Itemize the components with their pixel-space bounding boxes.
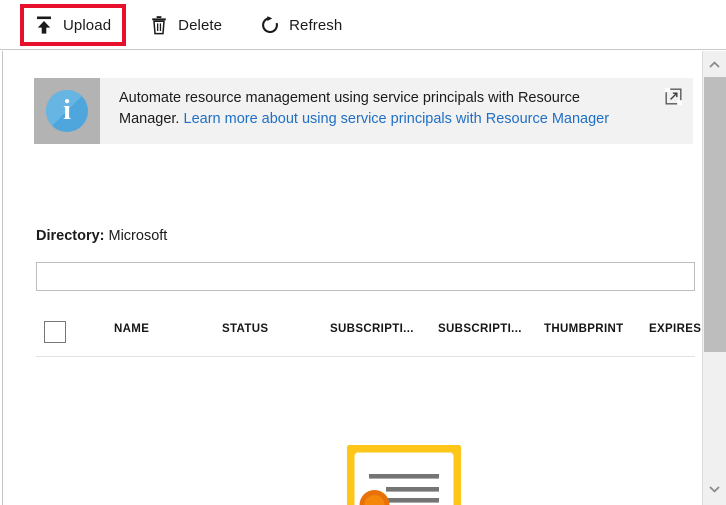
info-icon: i [46,90,88,132]
chevron-down-icon [709,485,720,493]
info-banner-open-link-button[interactable] [653,78,693,144]
filter-input[interactable] [36,262,695,291]
delete-button-label: Delete [178,17,222,34]
certificate-line-2 [386,487,439,492]
trash-icon [149,15,169,35]
column-header-status[interactable]: STATUS [222,323,268,335]
refresh-button-label: Refresh [289,17,342,34]
column-header-thumbprint[interactable]: THUMBPRINT [544,323,624,335]
chevron-up-icon [709,61,720,69]
scrollbar-thumb[interactable] [704,77,726,352]
certificate-icon [347,445,461,505]
scrollbar-down-button[interactable] [703,477,726,501]
delete-button[interactable]: Delete [143,8,228,42]
certificate-line-1 [369,474,439,479]
directory-row: Directory:Microsoft [36,228,167,244]
upload-button[interactable]: Upload [28,8,117,42]
vertical-scrollbar[interactable] [702,51,726,505]
info-banner: i Automate resource management using ser… [34,78,693,144]
info-banner-text: Automate resource management using servi… [100,78,653,144]
refresh-icon [260,15,280,35]
certificate-line-3 [386,498,439,503]
refresh-button[interactable]: Refresh [254,8,348,42]
scrollbar-up-button[interactable] [703,53,726,77]
blade-content: i Automate resource management using ser… [2,51,702,505]
column-header-subscription-1[interactable]: SUBSCRIPTI... [330,323,414,335]
directory-label: Directory: [36,228,105,244]
directory-value: Microsoft [109,228,168,244]
info-banner-icon-block: i [34,78,100,144]
column-header-expires-on[interactable]: EXPIRES ON [649,323,702,335]
upload-icon [34,15,54,35]
external-link-icon [665,88,682,105]
column-header-subscription-2[interactable]: SUBSCRIPTI... [438,323,522,335]
column-header-name[interactable]: NAME [114,323,149,335]
upload-button-label: Upload [63,17,111,34]
toolbar-items: Upload Delete Refresh [28,0,348,50]
command-toolbar: Upload Delete Refresh [0,0,726,50]
select-all-checkbox[interactable] [44,321,66,343]
info-banner-learn-more-link[interactable]: Learn more about using service principal… [184,111,610,127]
info-icon-glyph: i [46,90,88,132]
certificates-table-header: NAME STATUS SUBSCRIPTI... SUBSCRIPTI... … [36,314,695,357]
